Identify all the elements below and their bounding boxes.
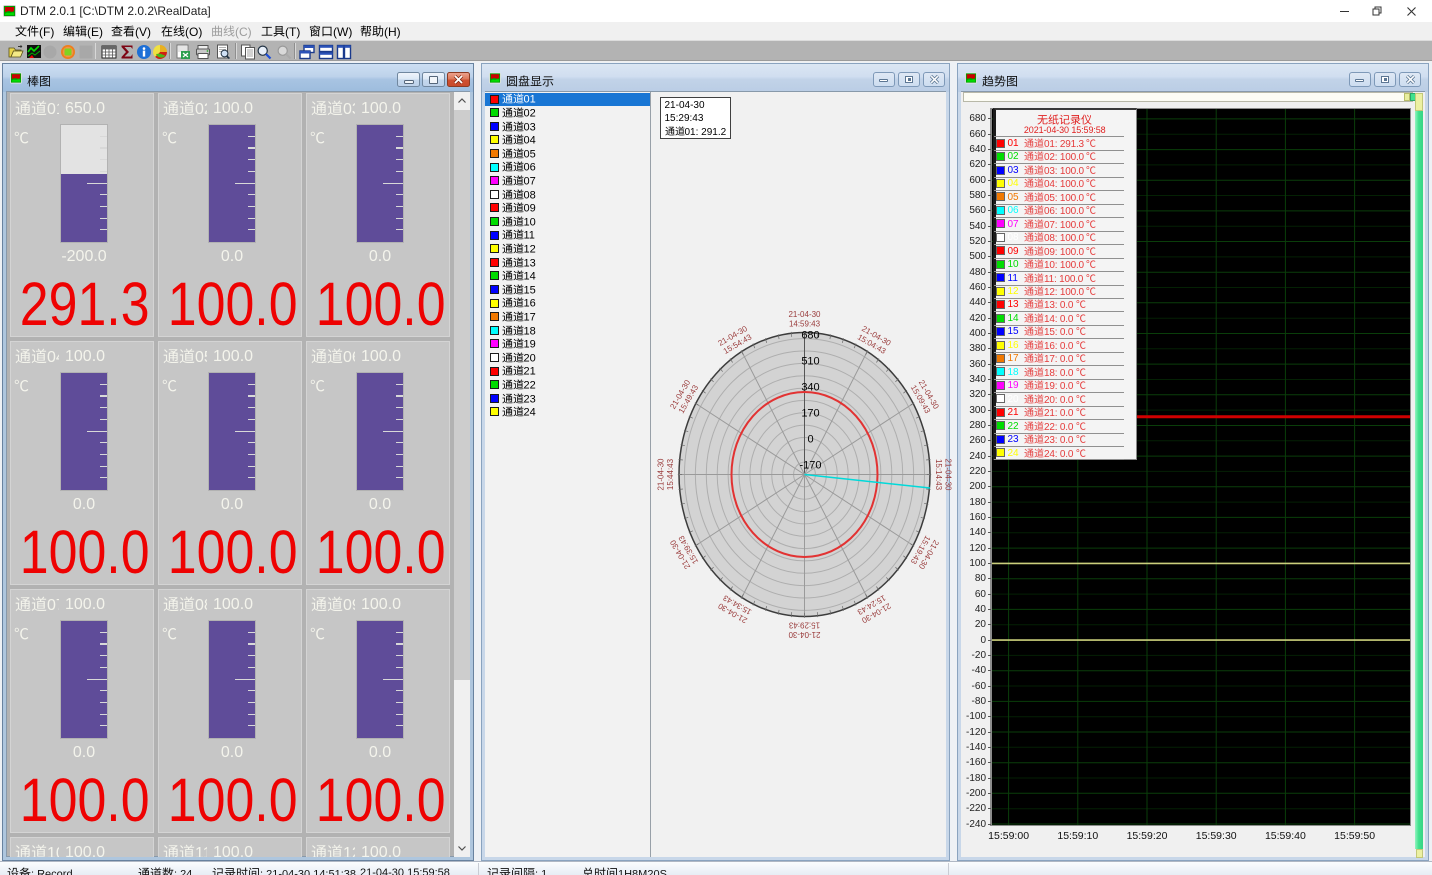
svg-text:14:59:43: 14:59:43: [789, 320, 821, 329]
svg-text:15:14:43: 15:14:43: [934, 459, 943, 491]
svg-text:21-04-30: 21-04-30: [788, 310, 821, 319]
svg-text:15:44:43: 15:44:43: [666, 458, 675, 490]
svg-text:510: 510: [801, 356, 819, 368]
svg-text:340: 340: [801, 382, 819, 394]
svg-text:21-04-30: 21-04-30: [944, 458, 953, 491]
svg-text:21-04-30: 21-04-30: [788, 630, 821, 639]
svg-text:0: 0: [807, 434, 813, 446]
svg-text:15:29:43: 15:29:43: [788, 621, 820, 630]
svg-text:-170: -170: [799, 460, 821, 472]
svg-text:680: 680: [801, 329, 819, 341]
svg-text:21-04-30: 21-04-30: [657, 458, 666, 491]
svg-text:170: 170: [801, 408, 819, 420]
